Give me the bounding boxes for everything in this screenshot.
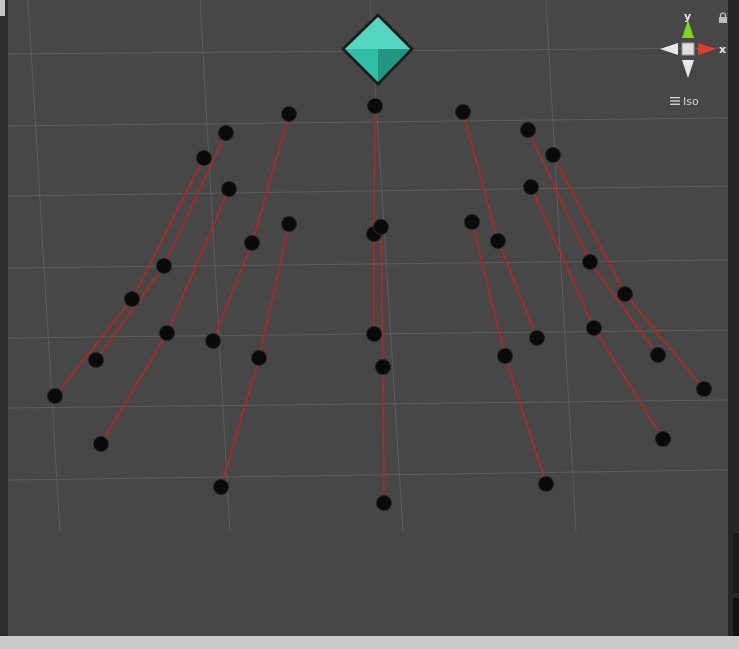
gizmo-neg-x-cone[interactable] xyxy=(660,43,678,55)
joint-sphere[interactable] xyxy=(205,333,221,349)
grid-line xyxy=(545,0,577,533)
joint-sphere[interactable] xyxy=(375,359,391,375)
joint-sphere[interactable] xyxy=(376,495,392,511)
joint-sphere[interactable] xyxy=(218,125,234,141)
joint-sphere[interactable] xyxy=(281,106,297,122)
chain-link xyxy=(95,132,227,361)
joint-sphere[interactable] xyxy=(545,147,561,163)
scene-canvas[interactable] xyxy=(8,0,728,636)
joint-sphere[interactable] xyxy=(617,286,633,302)
orientation-gizmo[interactable]: y x Iso xyxy=(648,8,728,108)
root-gem-highlight xyxy=(345,17,410,49)
joint-sphere[interactable] xyxy=(520,122,536,138)
joint-sphere[interactable] xyxy=(251,350,267,366)
joint-sphere[interactable] xyxy=(281,216,297,232)
grid-lines xyxy=(8,0,728,533)
grid-line xyxy=(8,117,728,127)
menu-icon xyxy=(670,97,680,105)
chain-link xyxy=(552,154,705,390)
grid-line xyxy=(8,399,728,409)
grid-line xyxy=(8,185,728,197)
joint-sphere[interactable] xyxy=(124,291,140,307)
joint-sphere[interactable] xyxy=(696,381,712,397)
projection-toggle[interactable]: Iso xyxy=(670,94,699,108)
gizmo-y-label: y xyxy=(684,10,691,23)
joint-sphere[interactable] xyxy=(655,431,671,447)
grid-line xyxy=(8,469,728,481)
joint-sphere[interactable] xyxy=(156,258,172,274)
joint-sphere[interactable] xyxy=(93,436,109,452)
bottom-status-bar xyxy=(0,636,739,649)
joint-sphere[interactable] xyxy=(586,320,602,336)
scene-viewport[interactable]: y x Iso xyxy=(8,0,728,636)
joint-sphere[interactable] xyxy=(213,479,229,495)
joint-sphere[interactable] xyxy=(221,181,237,197)
gizmo-center-cube[interactable] xyxy=(681,42,695,56)
joint-sphere[interactable] xyxy=(47,388,63,404)
chain-link xyxy=(212,113,290,342)
lock-icon[interactable] xyxy=(718,12,728,24)
joint-sphere[interactable] xyxy=(538,476,554,492)
projection-label: Iso xyxy=(683,94,699,108)
joint-sphere[interactable] xyxy=(244,235,260,251)
joint-sphere[interactable] xyxy=(523,179,539,195)
joint-sphere[interactable] xyxy=(582,254,598,270)
joint-sphere[interactable] xyxy=(88,352,104,368)
gizmo-x-cone[interactable] xyxy=(698,43,716,55)
left-edge-tab[interactable] xyxy=(0,0,5,16)
right-panel-block xyxy=(733,533,739,593)
joint-sphere[interactable] xyxy=(650,347,666,363)
right-panel-block xyxy=(733,598,739,638)
joint-sphere[interactable] xyxy=(366,326,382,342)
grid-line xyxy=(8,259,728,269)
joint-sphere[interactable] xyxy=(196,150,212,166)
gizmo-neg-y-cone[interactable] xyxy=(682,60,694,78)
left-edge-panel xyxy=(0,0,8,649)
joint-sphere[interactable] xyxy=(490,233,506,249)
axis-gizmo[interactable]: y x xyxy=(648,8,728,94)
joint-sphere[interactable] xyxy=(367,98,383,114)
joint-sphere[interactable] xyxy=(529,330,545,346)
root-gem[interactable] xyxy=(341,13,414,86)
joint-sphere[interactable] xyxy=(497,348,513,364)
joint-sphere[interactable] xyxy=(373,219,389,235)
chain-link xyxy=(373,105,376,334)
joint-sphere[interactable] xyxy=(159,325,175,341)
joint-sphere[interactable] xyxy=(455,104,471,120)
gizmo-x-label: x xyxy=(719,43,726,56)
chain-links xyxy=(54,105,705,504)
grid-line xyxy=(27,0,61,533)
joint-sphere[interactable] xyxy=(464,214,480,230)
